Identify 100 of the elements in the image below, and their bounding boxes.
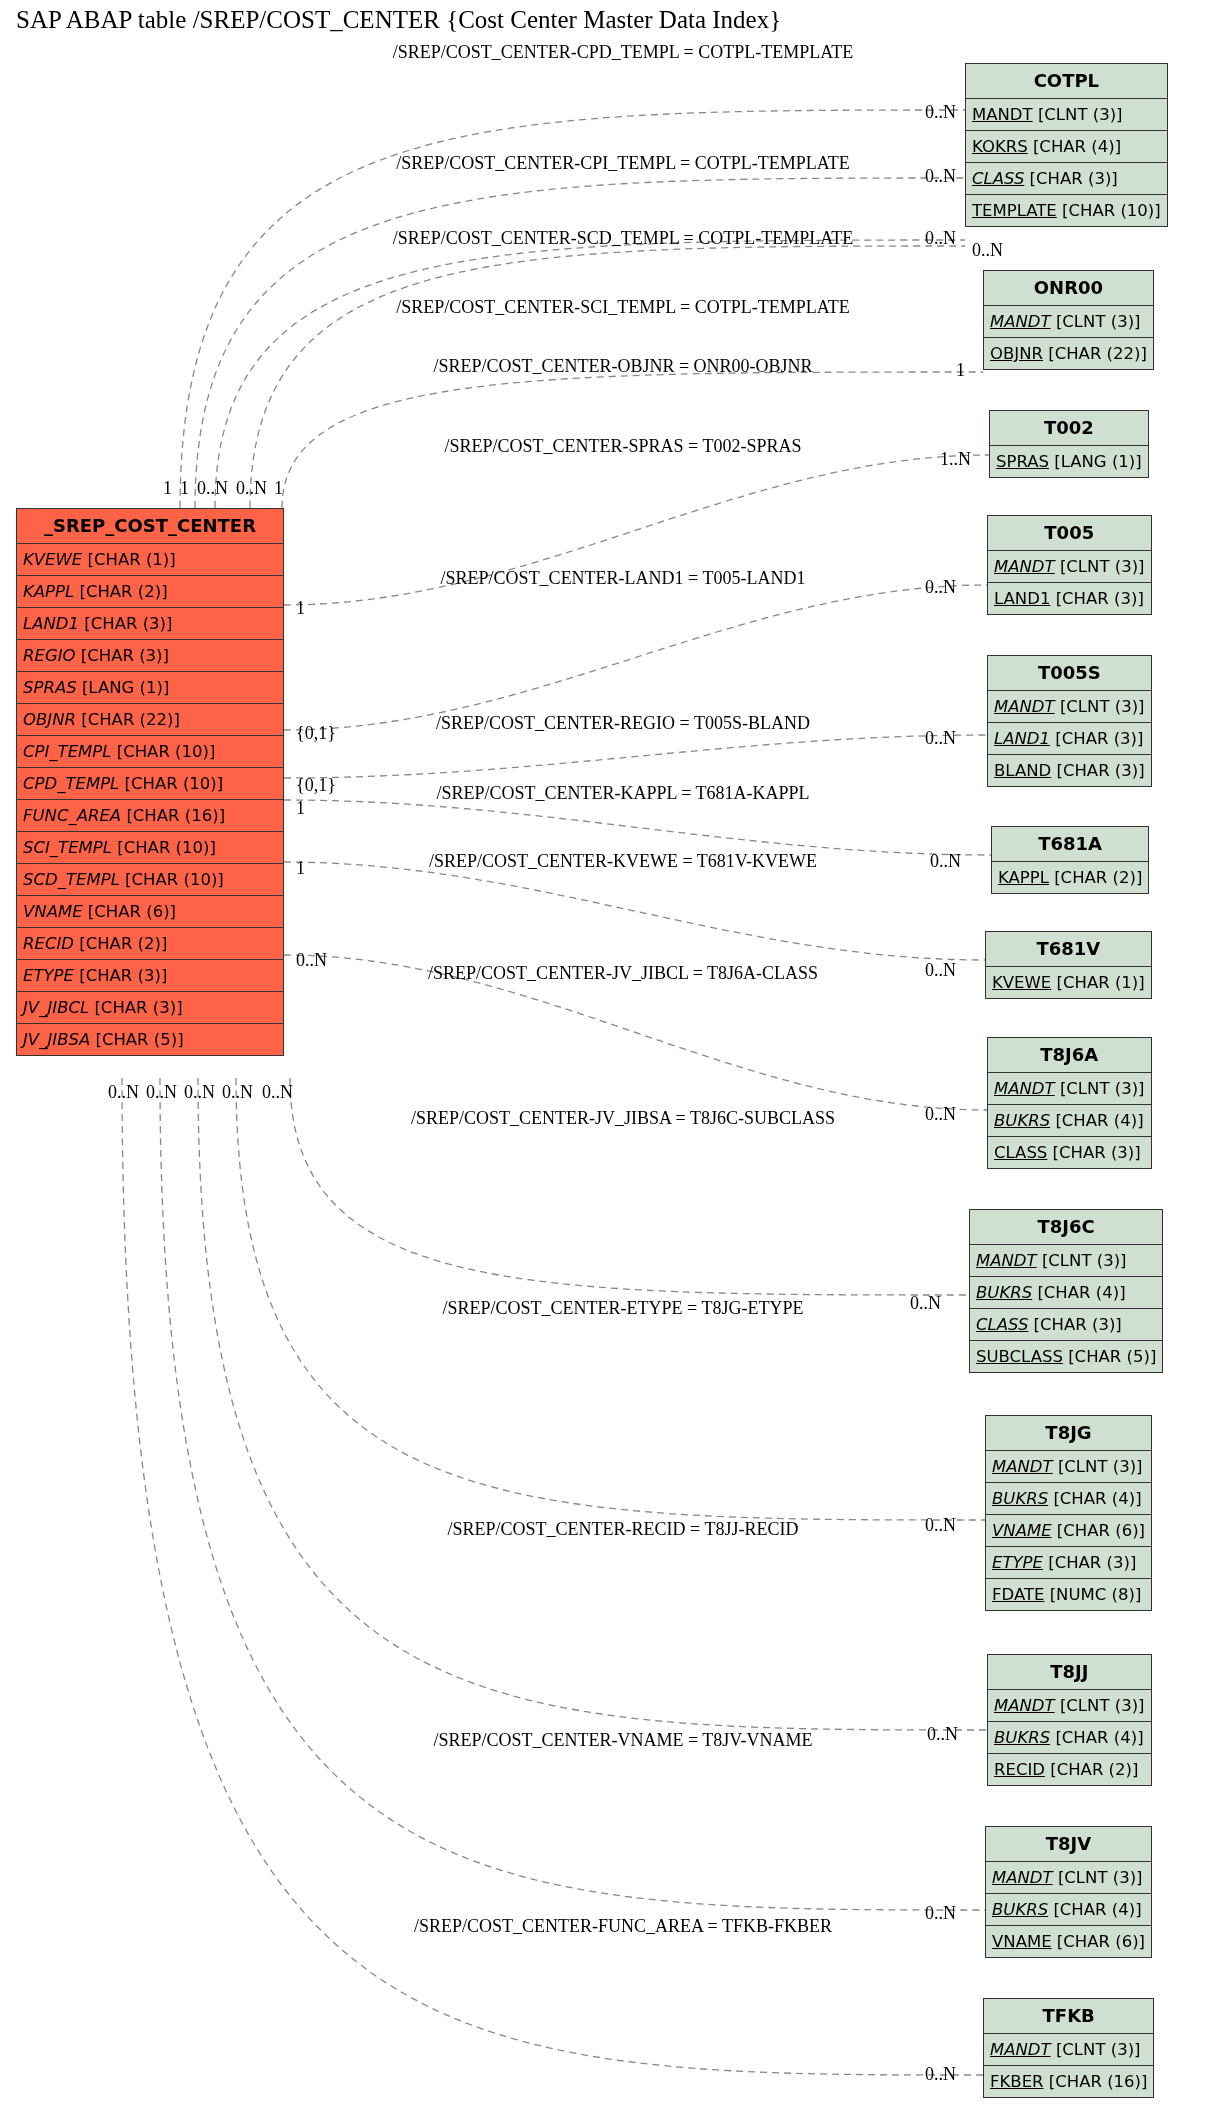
table-field: MANDT [CLNT (3)] bbox=[987, 691, 1152, 723]
table-header: T681V bbox=[985, 931, 1152, 967]
table-field: RECID [CHAR (2)] bbox=[987, 1754, 1152, 1786]
cardinality-label: 1..N bbox=[940, 449, 971, 469]
table-field: MANDT [CLNT (3)] bbox=[983, 306, 1154, 338]
cardinality-label: {0,1} bbox=[296, 723, 336, 743]
table-field: CLASS [CHAR (3)] bbox=[969, 1309, 1164, 1341]
cardinality-label: 0..N bbox=[296, 950, 327, 970]
table-field: VNAME [CHAR (6)] bbox=[985, 1926, 1152, 1958]
cardinality-label: 1 bbox=[296, 798, 305, 818]
table-header: T8J6A bbox=[987, 1037, 1152, 1073]
table-field: BUKRS [CHAR (4)] bbox=[985, 1894, 1152, 1926]
table-field: VNAME [CHAR (6)] bbox=[985, 1515, 1152, 1547]
cardinality-label: 0..N bbox=[925, 102, 956, 122]
relation-label: /SREP/COST_CENTER-OBJNR = ONR00-OBJNR bbox=[433, 356, 813, 377]
table-field: KVEWE [CHAR (1)] bbox=[985, 967, 1152, 999]
table-field: LAND1 [CHAR (3)] bbox=[16, 608, 284, 640]
cardinality-label: 0..N bbox=[925, 166, 956, 186]
cardinality-label: 0..N bbox=[236, 478, 267, 498]
relation-label: /SREP/COST_CENTER-SPRAS = T002-SPRAS bbox=[444, 436, 802, 457]
relation-label: /SREP/COST_CENTER-LAND1 = T005-LAND1 bbox=[440, 568, 806, 589]
table-field: KAPPL [CHAR (2)] bbox=[16, 576, 284, 608]
cardinality-label: {0,1} bbox=[296, 775, 336, 795]
cardinality-label: 0..N bbox=[972, 240, 1003, 260]
cardinality-label: 0..N bbox=[927, 1724, 958, 1744]
relation-label: /SREP/COST_CENTER-JV_JIBCL = T8J6A-CLASS bbox=[427, 963, 819, 984]
relation-label: /SREP/COST_CENTER-CPI_TEMPL = COTPL-TEMPLATE bbox=[396, 153, 850, 174]
table-field: MANDT [CLNT (3)] bbox=[985, 1862, 1152, 1894]
relation-label: /SREP/COST_CENTER-FUNC_AREA = TFKB-FKBER bbox=[414, 1916, 832, 1937]
table-header: T8JV bbox=[985, 1826, 1152, 1862]
cardinality-label: 0..N bbox=[930, 851, 961, 871]
relation-label: /SREP/COST_CENTER-REGIO = T005S-BLAND bbox=[436, 713, 810, 734]
cardinality-label: 1 bbox=[274, 478, 283, 498]
relation-label: /SREP/COST_CENTER-CPD_TEMPL = COTPL-TEMPLATE bbox=[392, 42, 854, 63]
cardinality-label: 0..N bbox=[925, 1903, 956, 1923]
table-field: OBJNR [CHAR (22)] bbox=[16, 704, 284, 736]
cardinality-label: 1 bbox=[296, 858, 305, 878]
table-header: TFKB bbox=[983, 1998, 1155, 2034]
table-field: SPRAS [LANG (1)] bbox=[16, 672, 284, 704]
table-field: BLAND [CHAR (3)] bbox=[987, 755, 1152, 787]
table-field: MANDT [CLNT (3)] bbox=[987, 1073, 1152, 1105]
table-header: T005S bbox=[987, 655, 1152, 691]
cardinality-label: 1 bbox=[956, 360, 965, 380]
table-header: T002 bbox=[989, 410, 1149, 446]
cardinality-label: 0..N bbox=[925, 1104, 956, 1124]
relation-label: /SREP/COST_CENTER-VNAME = T8JV-VNAME bbox=[433, 1730, 813, 1751]
cardinality-label: 0..N bbox=[197, 478, 228, 498]
cardinality-label: 0..N bbox=[184, 1082, 215, 1102]
table-field: JV_JIBSA [CHAR (5)] bbox=[16, 1024, 284, 1056]
table-field: SCD_TEMPL [CHAR (10)] bbox=[16, 864, 284, 896]
table-field: FDATE [NUMC (8)] bbox=[985, 1579, 1152, 1611]
cardinality-label: 0..N bbox=[910, 1293, 941, 1313]
table-field: ETYPE [CHAR (3)] bbox=[16, 960, 284, 992]
table-header: ONR00 bbox=[983, 270, 1154, 306]
table-field: SPRAS [LANG (1)] bbox=[989, 446, 1149, 478]
relation-label: /SREP/COST_CENTER-JV_JIBSA = T8J6C-SUBCLASS bbox=[411, 1108, 835, 1129]
cardinality-label: 0..N bbox=[222, 1082, 253, 1102]
relation-label: /SREP/COST_CENTER-RECID = T8JJ-RECID bbox=[447, 1519, 799, 1540]
table-field: REGIO [CHAR (3)] bbox=[16, 640, 284, 672]
table-header: T8JG bbox=[985, 1415, 1152, 1451]
cardinality-label: 1 bbox=[296, 598, 305, 618]
table-field: MANDT [CLNT (3)] bbox=[965, 99, 1168, 131]
table-field: SUBCLASS [CHAR (5)] bbox=[969, 1341, 1164, 1373]
table-field: SCI_TEMPL [CHAR (10)] bbox=[16, 832, 284, 864]
table-field: TEMPLATE [CHAR (10)] bbox=[965, 195, 1168, 227]
relation-label: /SREP/COST_CENTER-SCI_TEMPL = COTPL-TEMPLATE bbox=[396, 297, 850, 318]
table-field: LAND1 [CHAR (3)] bbox=[987, 723, 1152, 755]
table-field: MANDT [CLNT (3)] bbox=[983, 2034, 1155, 2066]
diagram-title: SAP ABAP table /SREP/COST_CENTER {Cost Center Master Data Index} bbox=[16, 6, 782, 34]
table-field: JV_JIBCL [CHAR (3)] bbox=[16, 992, 284, 1024]
table-field: BUKRS [CHAR (4)] bbox=[985, 1483, 1152, 1515]
table-header: _SREP_COST_CENTER bbox=[16, 508, 284, 544]
table-field: BUKRS [CHAR (4)] bbox=[987, 1105, 1152, 1137]
table-field: RECID [CHAR (2)] bbox=[16, 928, 284, 960]
cardinality-label: 0..N bbox=[108, 1082, 139, 1102]
table-header: COTPL bbox=[965, 63, 1168, 99]
cardinality-label: 0..N bbox=[925, 577, 956, 597]
relation-label: /SREP/COST_CENTER-KAPPL = T681A-KAPPL bbox=[436, 783, 810, 804]
relation-label: /SREP/COST_CENTER-ETYPE = T8JG-ETYPE bbox=[442, 1298, 804, 1319]
relation-label: /SREP/COST_CENTER-KVEWE = T681V-KVEWE bbox=[428, 851, 818, 872]
cardinality-label: 0..N bbox=[925, 2064, 956, 2084]
cardinality-label: 1 bbox=[163, 478, 172, 498]
table-field: MANDT [CLNT (3)] bbox=[969, 1245, 1164, 1277]
table-field: KAPPL [CHAR (2)] bbox=[991, 862, 1150, 894]
table-field: BUKRS [CHAR (4)] bbox=[987, 1722, 1152, 1754]
table-header: T681A bbox=[991, 826, 1150, 862]
table-field: MANDT [CLNT (3)] bbox=[987, 1690, 1152, 1722]
cardinality-label: 1 bbox=[180, 478, 189, 498]
table-field: KVEWE [CHAR (1)] bbox=[16, 544, 284, 576]
table-field: CPD_TEMPL [CHAR (10)] bbox=[16, 768, 284, 800]
cardinality-label: 0..N bbox=[262, 1082, 293, 1102]
table-field: LAND1 [CHAR (3)] bbox=[987, 583, 1152, 615]
table-field: CPI_TEMPL [CHAR (10)] bbox=[16, 736, 284, 768]
table-field: ETYPE [CHAR (3)] bbox=[985, 1547, 1152, 1579]
cardinality-label: 0..N bbox=[925, 728, 956, 748]
table-field: KOKRS [CHAR (4)] bbox=[965, 131, 1168, 163]
cardinality-label: 0..N bbox=[146, 1082, 177, 1102]
table-field: FKBER [CHAR (16)] bbox=[983, 2066, 1155, 2098]
table-field: CLASS [CHAR (3)] bbox=[987, 1137, 1152, 1169]
table-field: FUNC_AREA [CHAR (16)] bbox=[16, 800, 284, 832]
